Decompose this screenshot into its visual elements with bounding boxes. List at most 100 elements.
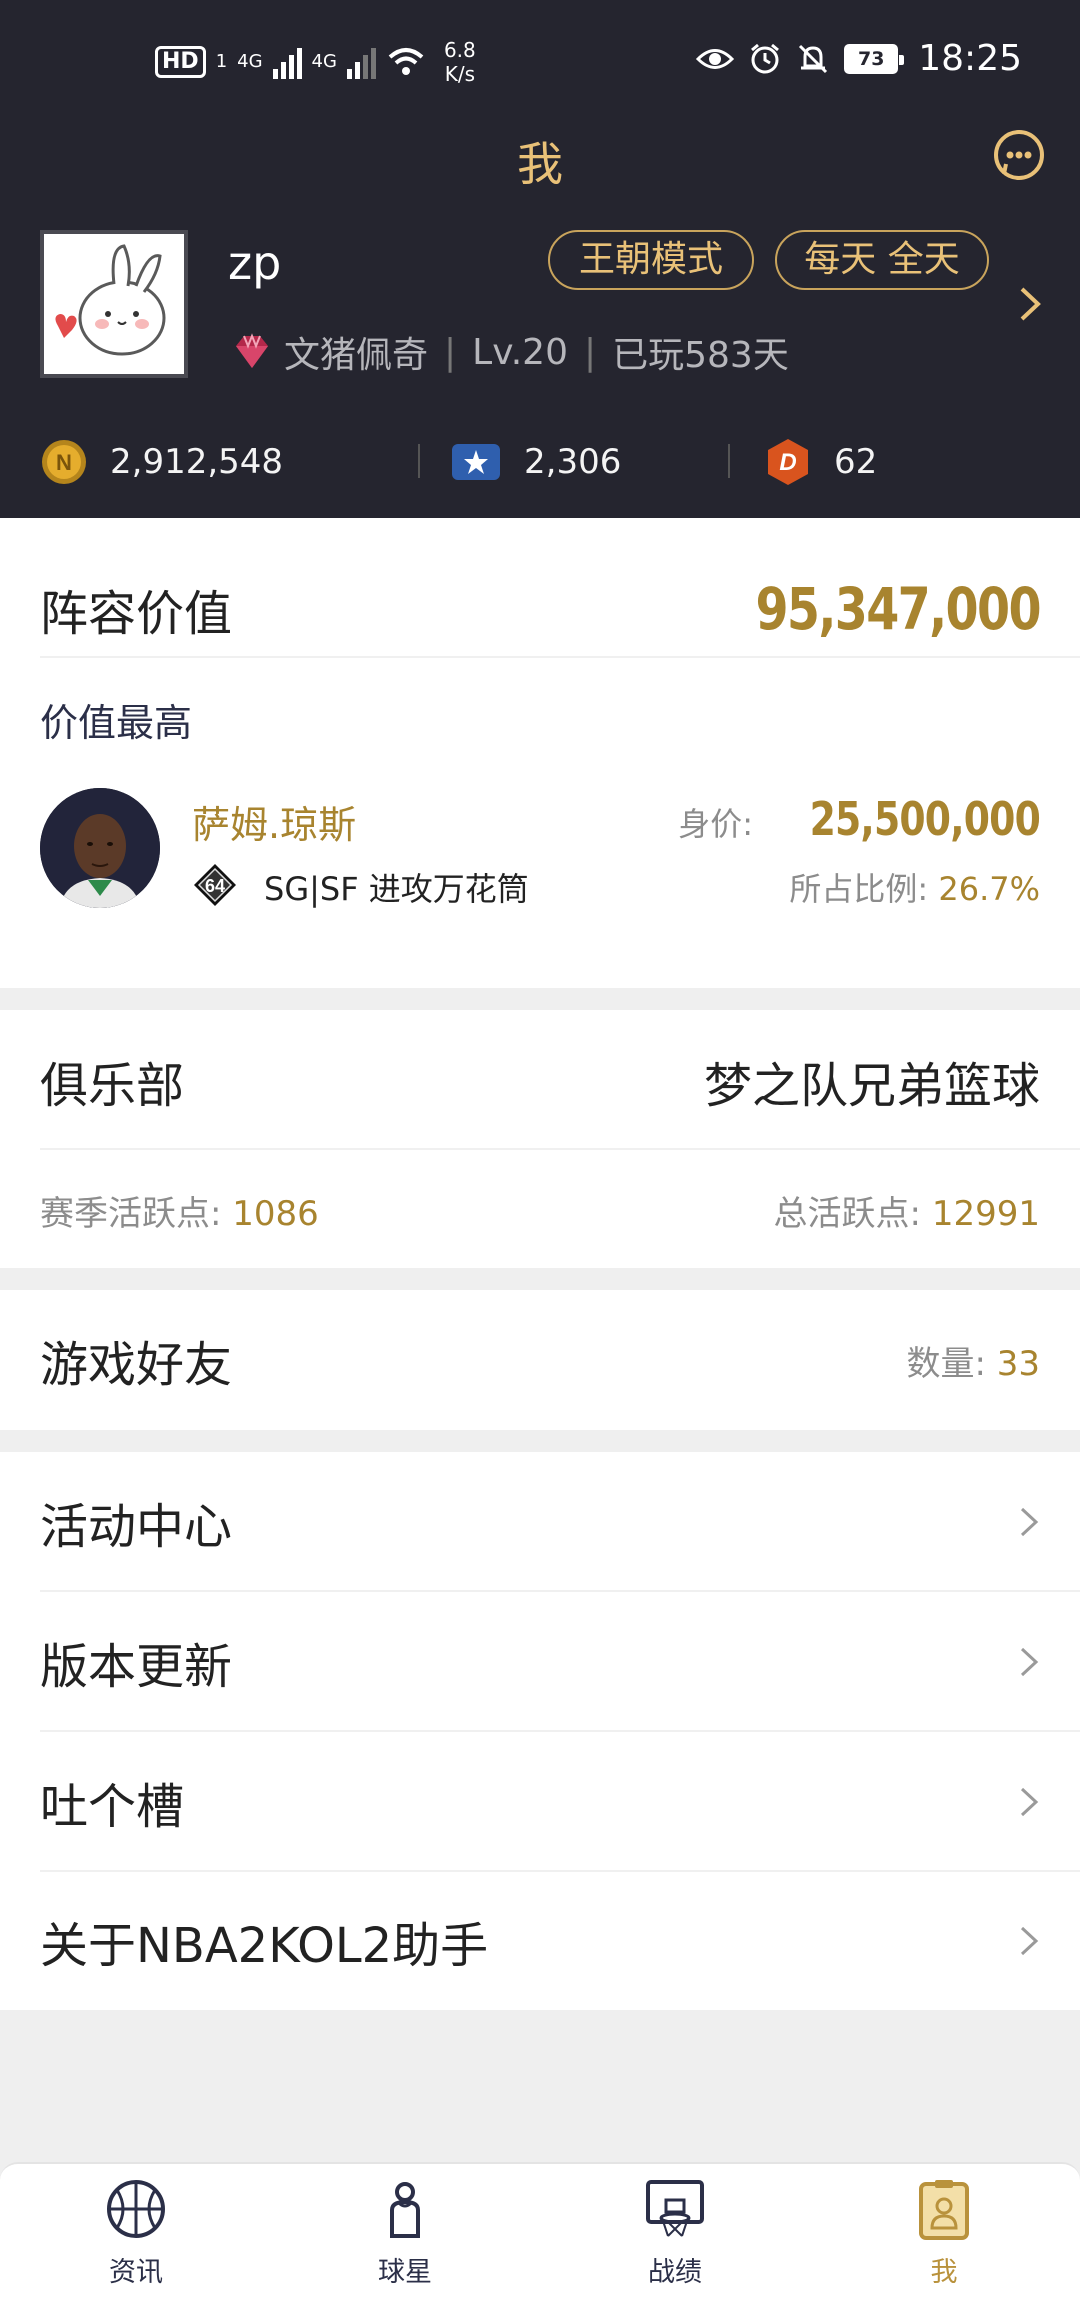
price-label: 身价: <box>678 805 753 843</box>
bottom-nav: 资讯 球星 战绩 我 <box>0 2162 1080 2310</box>
player-price: 身价: 25,500,000 <box>678 792 1041 846</box>
svg-text:N: N <box>56 450 72 475</box>
bunny-avatar-image <box>44 234 184 374</box>
friends-row: 游戏好友 数量: 33 <box>40 1290 1040 1430</box>
club-card[interactable]: 俱乐部 梦之队兄弟篮球 赛季活跃点: 1086 总活跃点: 12991 <box>0 1010 1080 1268</box>
lineup-value-label: 阵容价值 <box>40 586 233 642</box>
d-badge-icon: D <box>768 439 808 485</box>
divider <box>728 444 730 478</box>
chevron-right-icon <box>1020 1507 1039 1537</box>
hoop-icon <box>646 2180 704 2237</box>
star-stat: 2,306 <box>450 428 621 496</box>
chevron-right-icon <box>1020 1787 1039 1817</box>
profile-card-icon <box>919 2180 969 2240</box>
player-portrait-image <box>40 788 160 908</box>
season-activity-value: 1086 <box>232 1193 319 1234</box>
svg-text:D: D <box>779 449 796 476</box>
menu-item-version-update[interactable]: 版本更新 <box>40 1592 1040 1732</box>
gold-coin-icon: N <box>42 440 86 484</box>
basketball-icon <box>107 2180 165 2238</box>
net-speed: 6.8 K/s <box>444 38 476 86</box>
menu-item-label: 关于NBA2KOL2助手 <box>40 1918 489 1974</box>
network-type-1: 4G <box>237 51 263 72</box>
alarm-icon <box>751 43 780 73</box>
chevron-right-icon[interactable] <box>1018 285 1042 323</box>
rank-name: 文猪佩奇 <box>284 335 429 376</box>
lineup-card: 阵容价值 95,347,000 价值最高 萨姆.琼斯 64 SG|SF 进攻万花… <box>0 518 1080 988</box>
rank-gem-icon <box>236 333 268 368</box>
friends-count: 数量: 33 <box>906 1336 1040 1385</box>
player-position: SG|SF 进攻万花筒 <box>264 870 529 908</box>
username: zp <box>228 236 282 290</box>
nav-label: 球星 <box>378 2257 432 2288</box>
eye-icon <box>696 48 735 69</box>
star-value: 2,306 <box>524 442 622 482</box>
profile-meta: 文猪佩奇 | Lv.20 | 已玩583天 <box>232 326 789 378</box>
nav-label: 我 <box>930 2257 958 2288</box>
total-activity-label: 总活跃点: <box>773 1193 922 1234</box>
season-activity: 赛季活跃点: 1086 <box>40 1186 319 1235</box>
menu-item-feedback[interactable]: 吐个槽 <box>40 1732 1040 1872</box>
club-name: 梦之队兄弟篮球 <box>703 1058 1040 1114</box>
mute-bell-icon <box>799 44 828 73</box>
sim-indicator: 1 <box>215 51 228 72</box>
price-value: 25,500,000 <box>809 792 1041 846</box>
lineup-value-row: 阵容价值 95,347,000 <box>40 554 1042 664</box>
separator: | <box>444 331 457 373</box>
gold-coin-stat: N 2,912,548 <box>40 428 283 496</box>
dynasty-mode-tag[interactable]: 王朝模式 <box>548 230 754 290</box>
friends-count-label: 数量: <box>906 1343 986 1384</box>
menu-item-about[interactable]: 关于NBA2KOL2助手 <box>40 1872 1040 2010</box>
player-avatar[interactable] <box>40 788 160 908</box>
currency-bar: N 2,912,548 2,306 D 62 <box>0 428 1080 496</box>
friends-card[interactable]: 游戏好友 数量: 33 <box>0 1290 1080 1430</box>
d-point-value: 62 <box>834 442 878 482</box>
friends-count-value: 33 <box>996 1343 1040 1384</box>
menu-item-label: 版本更新 <box>40 1639 233 1695</box>
player-icon <box>390 2182 420 2238</box>
chevron-right-icon <box>1020 1926 1039 1956</box>
level: Lv.20 <box>472 331 568 373</box>
top-value-label: 价值最高 <box>40 701 193 745</box>
nav-item-players[interactable]: 球星 <box>305 2178 505 2289</box>
battery-icon: 73 <box>844 43 905 74</box>
menu-card: 活动中心 版本更新 吐个槽 关于NBA2KOL2助手 <box>0 1452 1080 2010</box>
nav-item-records[interactable]: 战绩 <box>575 2178 775 2289</box>
page-title: 我 <box>517 137 563 191</box>
season-activity-label: 赛季活跃点: <box>40 1193 222 1234</box>
nav-item-news[interactable]: 资讯 <box>36 2178 236 2289</box>
ratio-value: 26.7% <box>938 870 1040 908</box>
message-icon[interactable] <box>992 128 1046 182</box>
divider <box>418 444 420 478</box>
nav-label: 战绩 <box>648 2257 702 2288</box>
chevron-right-icon <box>1020 1647 1039 1677</box>
profile-header: HD 1 4G 4G 6.8 K/s 73 18:25 我 zp 王朝模式 每天… <box>0 0 1080 518</box>
total-activity: 总活跃点: 12991 <box>774 1186 1040 1235</box>
status-right: 73 18:25 <box>696 38 1022 79</box>
nav-item-me[interactable]: 我 <box>844 2178 1044 2289</box>
player-ratio: 所占比例: 26.7% <box>789 864 1040 910</box>
net-speed-value: 6.8 <box>443 38 476 62</box>
friends-label: 游戏好友 <box>40 1337 233 1393</box>
avatar[interactable] <box>40 230 188 378</box>
d-point-stat: D 62 <box>764 428 877 496</box>
signal-1-icon <box>272 45 302 79</box>
lineup-value: 95,347,000 <box>755 575 1042 643</box>
days-played: 已玩583天 <box>612 335 789 376</box>
ratio-label: 所占比例: <box>789 870 929 908</box>
separator: | <box>583 331 597 373</box>
menu-item-activity-center[interactable]: 活动中心 <box>40 1452 1040 1592</box>
status-bar: HD 1 4G 4G 6.8 K/s 73 18:25 <box>0 0 1080 120</box>
star-badge-icon <box>452 444 500 480</box>
net-speed-unit: K/s <box>444 62 475 86</box>
status-left: HD 1 4G 4G 6.8 K/s <box>155 38 476 86</box>
club-row: 俱乐部 梦之队兄弟篮球 <box>40 1010 1040 1152</box>
signal-2-icon <box>346 45 376 79</box>
hd-indicator: HD <box>155 46 206 78</box>
schedule-tag[interactable]: 每天 全天 <box>775 230 989 290</box>
network-type-2: 4G <box>311 51 337 72</box>
player-rating: 64 <box>205 876 225 896</box>
player-name[interactable]: 萨姆.琼斯 <box>192 794 356 849</box>
menu-item-label: 活动中心 <box>40 1499 233 1555</box>
nav-label: 资讯 <box>109 2257 163 2288</box>
